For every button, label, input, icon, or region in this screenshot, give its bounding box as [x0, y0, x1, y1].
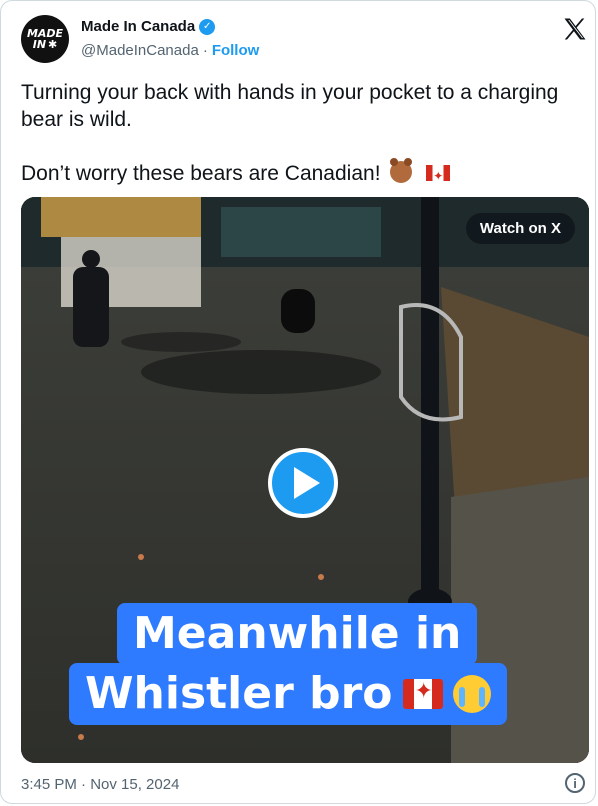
maple-leaf-icon: ✱	[48, 38, 58, 51]
tweet-card: MADE IN ✱ Made In Canada ✓ @MadeInCanada…	[0, 0, 596, 804]
video-caption-line1: Meanwhile in	[117, 603, 478, 665]
follow-button[interactable]: Follow	[212, 42, 260, 59]
tweet-timestamp[interactable]: 3:45 PM · Nov 15, 2024	[21, 776, 179, 793]
author-name-row[interactable]: Made In Canada ✓	[81, 18, 216, 35]
handle-separator: ·	[202, 42, 208, 59]
info-icon[interactable]: i	[565, 773, 585, 793]
avatar-text-in: IN	[32, 38, 47, 51]
author-handle[interactable]: @MadeInCanada	[81, 42, 199, 59]
tweet-text: Turning your back with hands in your poc…	[21, 79, 591, 190]
watch-on-x-button[interactable]: Watch on X	[465, 213, 575, 244]
x-logo-icon[interactable]	[561, 15, 589, 43]
video-player[interactable]: Watch on X Meanwhile in Whistler bro	[21, 197, 589, 763]
author-name[interactable]: Made In Canada	[81, 18, 195, 35]
tweet-text-line2: Don’t worry these bears are Canadian!	[21, 162, 381, 185]
loudly-crying-face-emoji	[452, 675, 491, 713]
canada-flag-emoji	[426, 163, 451, 190]
bear-face-emoji	[390, 158, 413, 183]
canada-flag-emoji	[402, 677, 443, 709]
play-icon[interactable]	[268, 448, 338, 518]
video-caption-line2: Whistler bro	[85, 668, 393, 719]
verified-badge-icon: ✓	[199, 18, 216, 35]
avatar[interactable]: MADE IN ✱	[21, 15, 69, 63]
tweet-text-line1: Turning your back with hands in your poc…	[21, 81, 559, 131]
video-caption-line2-block: Whistler bro	[69, 663, 507, 725]
author-handle-row: @MadeInCanada · Follow	[81, 42, 259, 59]
